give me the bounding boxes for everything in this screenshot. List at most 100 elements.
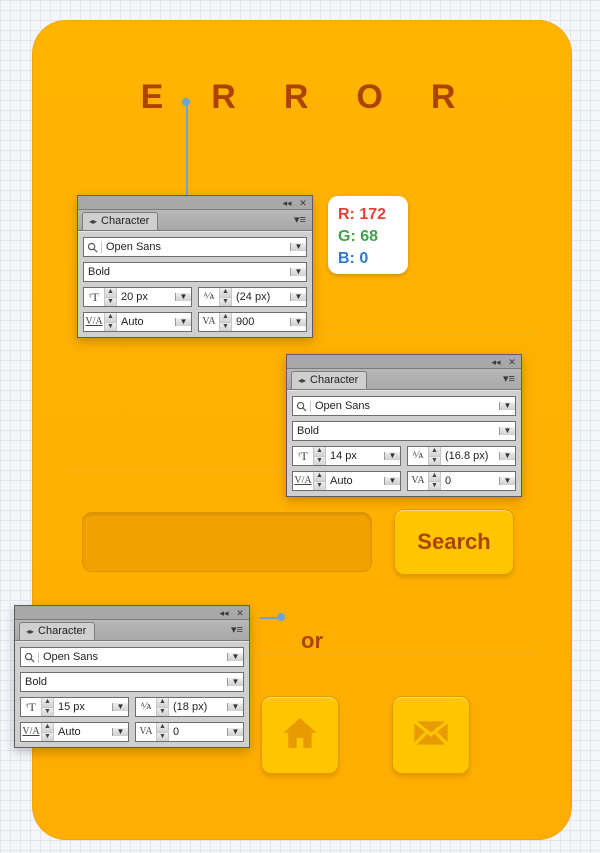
dropdown-icon[interactable]: ▼: [290, 243, 306, 251]
stepper[interactable]: ▲▼: [156, 723, 169, 741]
tracking-combo[interactable]: VA ▲▼ 0 ▼: [407, 471, 516, 491]
home-icon: [280, 713, 320, 758]
tab-cycle-icon: ◂▸: [26, 628, 34, 636]
dropdown-icon[interactable]: ▼: [227, 678, 243, 686]
tab-character[interactable]: ◂▸ Character: [19, 622, 95, 640]
panel-tab-row: ◂▸ Character ▾≡: [287, 369, 521, 390]
close-icon[interactable]: ✕: [298, 199, 308, 207]
leading-combo[interactable]: ᴬ⁄ᴀ ▲▼ (24 px) ▼: [198, 287, 307, 307]
search-icon[interactable]: [293, 401, 311, 412]
font-style-combo[interactable]: Bold ▼: [20, 672, 244, 692]
panel-body: Open Sans ▼ Bold ▼ ᵗT ▲▼ 20 px ▼ ᴬ⁄ᴀ ▲▼ …: [78, 231, 312, 337]
dropdown-icon[interactable]: ▼: [384, 452, 400, 460]
error-title: ERROR: [101, 80, 504, 114]
stepper[interactable]: ▲▼: [219, 313, 232, 331]
tab-label: Character: [101, 216, 149, 227]
callout-dot: [182, 98, 190, 106]
dropdown-icon[interactable]: ▼: [227, 728, 243, 736]
panel-menu-icon[interactable]: ▾≡: [500, 374, 518, 385]
tracking-combo[interactable]: VA ▲▼ 900 ▼: [198, 312, 307, 332]
font-style-combo[interactable]: Bold ▼: [292, 421, 516, 441]
character-panel[interactable]: ◂◂ ✕ ◂▸ Character ▾≡ Open Sans ▼ Bold ▼ …: [77, 195, 313, 338]
home-button[interactable]: [261, 696, 339, 774]
kerning-value: Auto: [326, 476, 384, 487]
or-label: or: [301, 630, 323, 652]
leading-value: (16.8 px): [441, 451, 499, 462]
dropdown-icon[interactable]: ▼: [499, 477, 515, 485]
tab-cycle-icon: ◂▸: [89, 218, 97, 226]
search-button[interactable]: Search: [394, 509, 514, 575]
font-family-value: Open Sans: [39, 652, 227, 663]
font-size-combo[interactable]: ᵗT ▲▼ 14 px ▼: [292, 446, 401, 466]
stepper[interactable]: ▲▼: [313, 447, 326, 465]
dropdown-icon[interactable]: ▼: [290, 268, 306, 276]
stepper[interactable]: ▲▼: [428, 447, 441, 465]
callout-leader: [186, 102, 188, 202]
tracking-icon: VA: [199, 317, 219, 327]
leading-icon: ᴬ⁄ᴀ: [408, 451, 428, 461]
mail-icon: [411, 713, 451, 758]
kerning-combo[interactable]: V/A ▲▼ Auto ▼: [20, 722, 129, 742]
kerning-combo[interactable]: V/A ▲▼ Auto ▼: [292, 471, 401, 491]
panel-titlebar[interactable]: ◂◂ ✕: [287, 355, 521, 369]
collapse-icon[interactable]: ◂◂: [491, 358, 501, 366]
character-panel[interactable]: ◂◂ ✕ ◂▸ Character ▾≡ Open Sans ▼ Bold ▼ …: [286, 354, 522, 497]
font-size-combo[interactable]: ᵗT ▲▼ 15 px ▼: [20, 697, 129, 717]
dropdown-icon[interactable]: ▼: [290, 293, 306, 301]
font-size-combo[interactable]: ᵗT ▲▼ 20 px ▼: [83, 287, 192, 307]
font-family-combo[interactable]: Open Sans ▼: [292, 396, 516, 416]
dropdown-icon[interactable]: ▼: [499, 452, 515, 460]
mail-button[interactable]: [392, 696, 470, 774]
dropdown-icon[interactable]: ▼: [112, 703, 128, 711]
search-icon[interactable]: [21, 652, 39, 663]
dropdown-icon[interactable]: ▼: [290, 318, 306, 326]
tab-label: Character: [310, 375, 358, 386]
dropdown-icon[interactable]: ▼: [175, 318, 191, 326]
collapse-icon[interactable]: ◂◂: [219, 609, 229, 617]
stepper[interactable]: ▲▼: [313, 472, 326, 490]
font-style-combo[interactable]: Bold ▼: [83, 262, 307, 282]
stepper[interactable]: ▲▼: [41, 698, 54, 716]
leading-combo[interactable]: ᴬ⁄ᴀ ▲▼ (18 px) ▼: [135, 697, 244, 717]
stepper[interactable]: ▲▼: [219, 288, 232, 306]
rgb-g: G: 68: [338, 226, 398, 248]
font-family-value: Open Sans: [102, 242, 290, 253]
font-family-value: Open Sans: [311, 401, 499, 412]
dropdown-icon[interactable]: ▼: [227, 703, 243, 711]
leading-value: (18 px): [169, 702, 227, 713]
tab-character[interactable]: ◂▸ Character: [291, 371, 367, 389]
dropdown-icon[interactable]: ▼: [175, 293, 191, 301]
dropdown-icon[interactable]: ▼: [112, 728, 128, 736]
tab-character[interactable]: ◂▸ Character: [82, 212, 158, 230]
stepper[interactable]: ▲▼: [156, 698, 169, 716]
tracking-value: 0: [169, 727, 227, 738]
tracking-icon: VA: [408, 476, 428, 486]
dropdown-icon[interactable]: ▼: [499, 402, 515, 410]
font-family-combo[interactable]: Open Sans ▼: [83, 237, 307, 257]
collapse-icon[interactable]: ◂◂: [282, 199, 292, 207]
tracking-combo[interactable]: VA ▲▼ 0 ▼: [135, 722, 244, 742]
stepper[interactable]: ▲▼: [104, 313, 117, 331]
close-icon[interactable]: ✕: [507, 358, 517, 366]
rgb-b: B: 0: [338, 248, 398, 270]
font-style-value: Bold: [21, 677, 227, 688]
font-family-combo[interactable]: Open Sans ▼: [20, 647, 244, 667]
dropdown-icon[interactable]: ▼: [227, 653, 243, 661]
search-icon[interactable]: [84, 242, 102, 253]
panel-titlebar[interactable]: ◂◂ ✕: [15, 606, 249, 620]
close-icon[interactable]: ✕: [235, 609, 245, 617]
panel-titlebar[interactable]: ◂◂ ✕: [78, 196, 312, 210]
leading-combo[interactable]: ᴬ⁄ᴀ ▲▼ (16.8 px) ▼: [407, 446, 516, 466]
character-panel[interactable]: ◂◂ ✕ ◂▸ Character ▾≡ Open Sans ▼ Bold ▼ …: [14, 605, 250, 748]
dropdown-icon[interactable]: ▼: [499, 427, 515, 435]
stepper[interactable]: ▲▼: [428, 472, 441, 490]
panel-menu-icon[interactable]: ▾≡: [291, 215, 309, 226]
dropdown-icon[interactable]: ▼: [384, 477, 400, 485]
panel-menu-icon[interactable]: ▾≡: [228, 625, 246, 636]
kerning-combo[interactable]: V/A ▲▼ Auto ▼: [83, 312, 192, 332]
search-input[interactable]: [82, 512, 372, 572]
stepper[interactable]: ▲▼: [104, 288, 117, 306]
stepper[interactable]: ▲▼: [41, 723, 54, 741]
font-size-icon: ᵗT: [21, 701, 41, 713]
leading-value: (24 px): [232, 292, 290, 303]
